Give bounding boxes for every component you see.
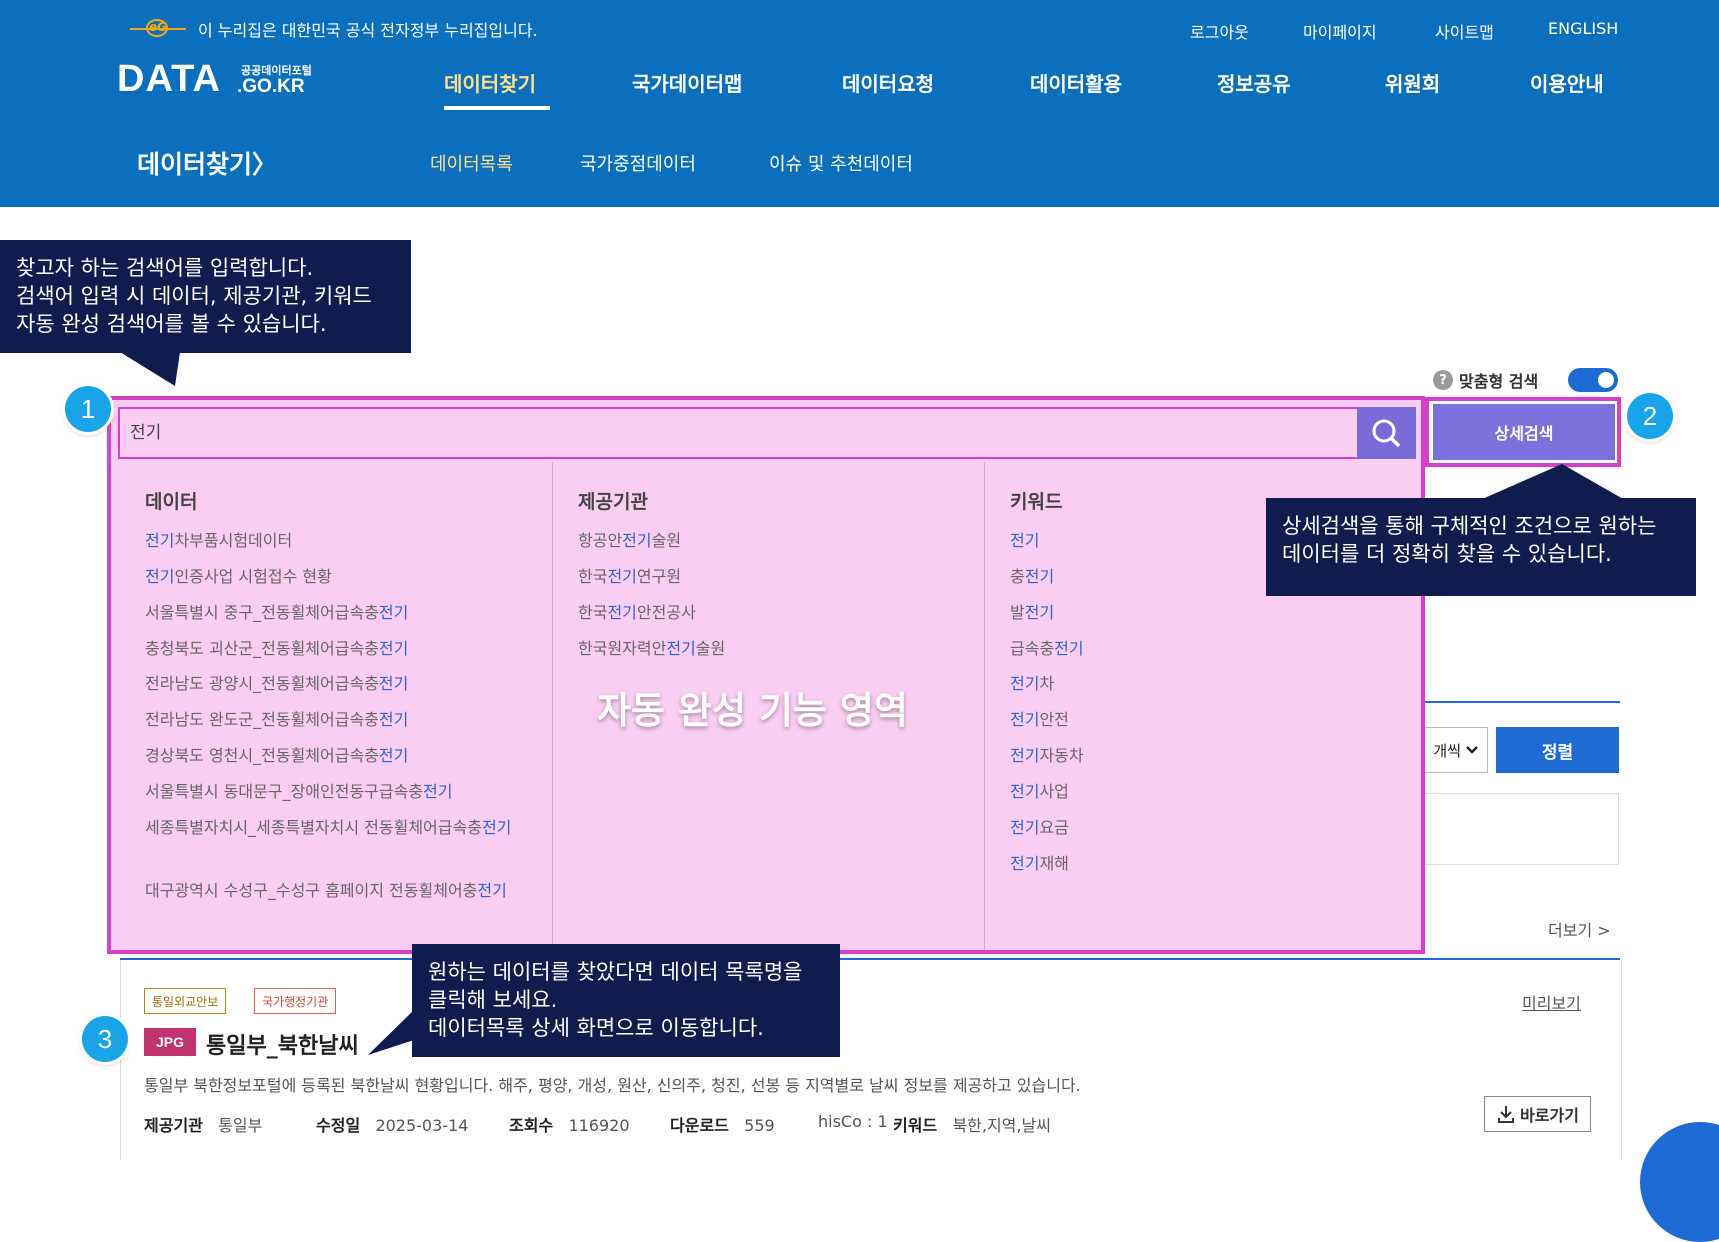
autocomplete-item[interactable]: 전기차부품시험데이터 xyxy=(145,528,292,554)
autocomplete-area-label: 자동 완성 기능 영역 xyxy=(597,689,908,732)
autocomplete-item[interactable]: 항공안전기술원 xyxy=(578,528,681,554)
col-head-provider: 제공기관 xyxy=(578,491,648,513)
org-type-tag: 국가행정기관 xyxy=(254,988,337,1014)
list-header-line xyxy=(1420,701,1620,703)
autocomplete-item[interactable]: 서울특별시 중구_전동휠체어급속충전기 xyxy=(145,600,408,626)
search-button[interactable] xyxy=(1357,407,1416,459)
autocomplete-item[interactable]: 전기 xyxy=(1010,528,1039,554)
autocomplete-item[interactable]: 한국전기안전공사 xyxy=(578,600,696,626)
gnb-committee[interactable]: 위원회 xyxy=(1385,68,1440,97)
autocomplete-item[interactable]: 전기차 xyxy=(1010,671,1054,697)
autocomplete-item[interactable]: 전라남도 완도군_전동휠체어급속충전기 xyxy=(145,707,408,733)
autocomplete-item[interactable]: 전기재해 xyxy=(1010,851,1069,877)
gnb-national-data-map[interactable]: 국가데이터맵 xyxy=(632,68,742,97)
autocomplete-item[interactable]: 전기자동차 xyxy=(1010,743,1084,769)
autocomplete-item[interactable]: 충청북도 괴산군_전동휠체어급속충전기 xyxy=(145,636,408,662)
callout-pointer xyxy=(368,1010,414,1055)
step-badge-3: 3 xyxy=(82,1016,128,1062)
autocomplete-item[interactable]: 서울특별시 동대문구_장애인전동구급속충전기 xyxy=(145,779,453,805)
col-head-keyword: 키워드 xyxy=(1010,491,1063,513)
detail-search-highlight xyxy=(1425,397,1621,467)
meta-modified: 수정일 2025-03-14 xyxy=(316,1116,469,1135)
gov-notice: eG 이 누리집은 대한민국 공식 전자정부 누리집입니다. xyxy=(130,17,538,41)
step-badge-2: 2 xyxy=(1627,393,1673,439)
callout-pointer xyxy=(120,352,180,386)
autocomplete-item[interactable]: 전기사업 xyxy=(1010,779,1069,805)
autocomplete-item[interactable]: 전라남도 광양시_전동휠체어급속충전기 xyxy=(145,671,408,697)
meta-downloads: 다운로드 559 xyxy=(670,1116,775,1135)
autocomplete-item[interactable]: 급속충전기 xyxy=(1010,636,1084,662)
custom-search-toggle[interactable] xyxy=(1568,368,1618,392)
meta-hisco: hisCo : 1 xyxy=(818,1112,888,1131)
gnb-data-search[interactable]: 데이터찾기 xyxy=(444,68,536,97)
autocomplete-item[interactable]: 전기요금 xyxy=(1010,815,1069,841)
custom-search-label: 맞춤형 검색 xyxy=(1459,372,1539,391)
gnb-data-request[interactable]: 데이터요청 xyxy=(842,68,934,97)
column-divider xyxy=(984,462,985,950)
autocomplete-item[interactable]: 대구광역시 수성구_수성구 홈페이지 전동휠체어충전기 xyxy=(145,878,530,904)
sub-menu-recommended-data[interactable]: 이슈 및 추천데이터 xyxy=(769,150,913,176)
gnb-guide[interactable]: 이용안내 xyxy=(1530,68,1604,97)
search-icon xyxy=(1372,419,1401,448)
floating-button[interactable] xyxy=(1640,1122,1719,1242)
autocomplete-item[interactable]: 발전기 xyxy=(1010,600,1054,626)
sub-menu-national-key-data[interactable]: 국가중점데이터 xyxy=(580,150,696,176)
file-type-badge: JPG xyxy=(144,1028,196,1056)
logout-link[interactable]: 로그아웃 xyxy=(1190,19,1249,43)
site-logo[interactable]: DATA 공공데이터포털 .GO.KR xyxy=(117,58,312,101)
sort-button[interactable]: 정렬 xyxy=(1496,727,1619,773)
meta-provider: 제공기관 통일부 xyxy=(144,1116,263,1135)
column-divider xyxy=(552,462,553,950)
result-hint-callout: 원하는 데이터를 찾았다면 데이터 목록명을 클릭해 보세요. 데이터목록 상세… xyxy=(412,944,840,1057)
gnb-info-share[interactable]: 정보공유 xyxy=(1217,68,1291,97)
mypage-link[interactable]: 마이페이지 xyxy=(1303,19,1377,43)
gov-notice-text: 이 누리집은 대한민국 공식 전자정부 누리집입니다. xyxy=(198,21,538,40)
result-title-link[interactable]: 통일부_북한날씨 xyxy=(206,1028,359,1060)
egov-logo-icon: eG xyxy=(130,19,186,39)
autocomplete-item[interactable]: 세종특별자치시_세종특별자치시 전동휠체어급속충전기 xyxy=(145,815,530,841)
autocomplete-item[interactable]: 한국원자력안전기술원 xyxy=(578,636,725,662)
goto-button[interactable]: 바로가기 xyxy=(1484,1096,1591,1132)
preview-link[interactable]: 미리보기 xyxy=(1522,990,1581,1014)
autocomplete-item[interactable]: 한국전기연구원 xyxy=(578,564,681,590)
custom-search-toggle-label: ? 맞춤형 검색 xyxy=(1433,368,1538,392)
section-title: 데이터찾기〉 xyxy=(137,150,278,179)
search-hint-callout: 찾고자 하는 검색어를 입력합니다. 검색어 입력 시 데이터, 제공기관, 키… xyxy=(0,240,411,353)
sitemap-link[interactable]: 사이트맵 xyxy=(1435,19,1494,43)
meta-keywords: 키워드 북한,지역,날씨 xyxy=(893,1116,1051,1135)
autocomplete-item[interactable]: 전기안전 xyxy=(1010,707,1069,733)
category-tag: 통일외교안보 xyxy=(144,988,227,1014)
english-link[interactable]: ENGLISH xyxy=(1548,19,1618,38)
autocomplete-item[interactable]: 경상북도 영천시_전동휠체어급속충전기 xyxy=(145,743,408,769)
filter-box xyxy=(1405,793,1619,865)
more-link[interactable]: 더보기 > xyxy=(1548,917,1611,941)
autocomplete-item[interactable]: 충전기 xyxy=(1010,564,1054,590)
gnb-active-underline xyxy=(444,106,550,110)
gnb-data-usage[interactable]: 데이터활용 xyxy=(1030,68,1122,97)
sub-menu-data-list[interactable]: 데이터목록 xyxy=(430,150,513,176)
help-icon[interactable]: ? xyxy=(1433,370,1453,390)
per-page-value: 개씩 xyxy=(1433,741,1461,760)
col-head-data: 데이터 xyxy=(145,491,198,513)
meta-views: 조회수 116920 xyxy=(509,1116,630,1135)
result-description: 통일부 북한정보포털에 등록된 북한날씨 현황입니다. 해주, 평양, 개성, … xyxy=(144,1076,1081,1095)
site-header: eG 이 누리집은 대한민국 공식 전자정부 누리집입니다. 로그아웃 마이페이… xyxy=(0,0,1719,207)
callout-pointer xyxy=(1480,464,1625,500)
detail-hint-callout: 상세검색을 통해 구체적인 조건으로 원하는 데이터를 더 정확히 찾을 수 있… xyxy=(1266,498,1696,596)
step-badge-1: 1 xyxy=(65,386,111,432)
download-icon xyxy=(1498,1106,1515,1123)
autocomplete-item[interactable]: 전기인증사업 시험접수 현황 xyxy=(145,564,332,590)
chevron-down-icon xyxy=(1466,746,1478,754)
search-input[interactable] xyxy=(130,420,1130,440)
